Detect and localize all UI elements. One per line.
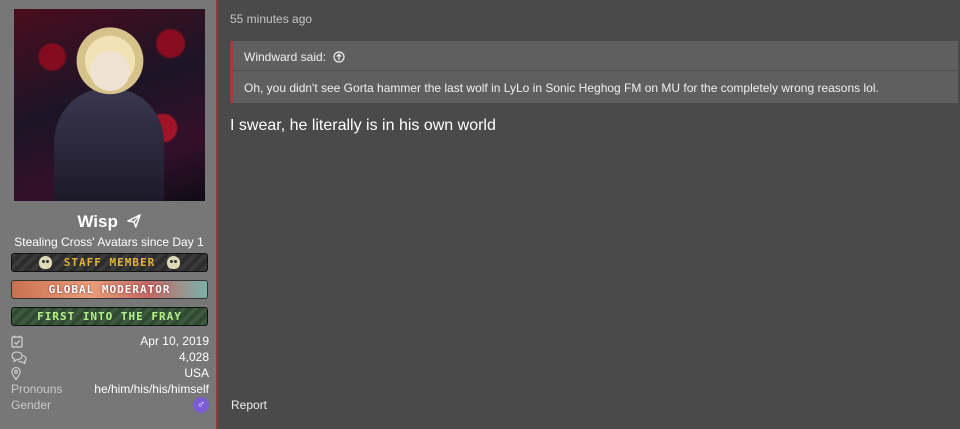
first-into-the-fray-banner: FIRST INTO THE FRAY: [11, 307, 208, 326]
messages-row: 4,028: [11, 350, 209, 366]
user-title: Stealing Cross' Avatars since Day 1: [14, 235, 204, 249]
post-body: I swear, he literally is in his own worl…: [230, 117, 496, 134]
male-gender-icon: ♂: [193, 397, 209, 413]
username-text[interactable]: Wisp: [77, 212, 117, 231]
joined-date: Apr 10, 2019: [140, 334, 209, 348]
pronouns-label: Pronouns: [11, 382, 63, 396]
global-moderator-banner: GLOBAL MODERATOR: [11, 280, 208, 299]
pronouns-value: he/him/his/his/himself: [94, 382, 209, 396]
skull-icon: [167, 256, 180, 269]
send-icon[interactable]: [126, 214, 141, 228]
gender-row: Gender ♂: [11, 397, 209, 414]
avatar-figure: [54, 89, 164, 201]
avatar[interactable]: [14, 9, 205, 201]
username[interactable]: Wisp: [0, 212, 218, 232]
map-marker-icon: [11, 367, 21, 380]
location[interactable]: USA: [184, 366, 209, 380]
quote-header: Windward said:: [233, 41, 958, 71]
skull-icon: [39, 256, 52, 269]
quote-author[interactable]: Windward said:: [244, 50, 326, 64]
banner-label: STAFF MEMBER: [63, 256, 156, 269]
pronouns-row: Pronouns he/him/his/his/himself: [11, 382, 209, 398]
location-row: USA: [11, 366, 209, 382]
calendar-check-icon: [11, 335, 23, 348]
report-link[interactable]: Report: [231, 398, 267, 412]
message-count[interactable]: 4,028: [179, 350, 209, 364]
avatar-face: [90, 51, 130, 91]
quote-block: Windward said: Oh, you didn't see Gorta …: [230, 41, 958, 103]
quote-text: Oh, you didn't see Gorta hammer the last…: [244, 81, 879, 95]
arrow-up-circle-icon[interactable]: [333, 51, 345, 63]
staff-member-banner: STAFF MEMBER: [11, 253, 208, 272]
post-main: 55 minutes ago Windward said: Oh, you di…: [220, 0, 960, 429]
post-timestamp[interactable]: 55 minutes ago: [230, 12, 312, 26]
gender-label: Gender: [11, 398, 52, 412]
joined-row: Apr 10, 2019: [11, 334, 209, 350]
comments-icon: [11, 351, 27, 364]
user-sidebar: Wisp Stealing Cross' Avatars since Day 1…: [0, 0, 218, 429]
